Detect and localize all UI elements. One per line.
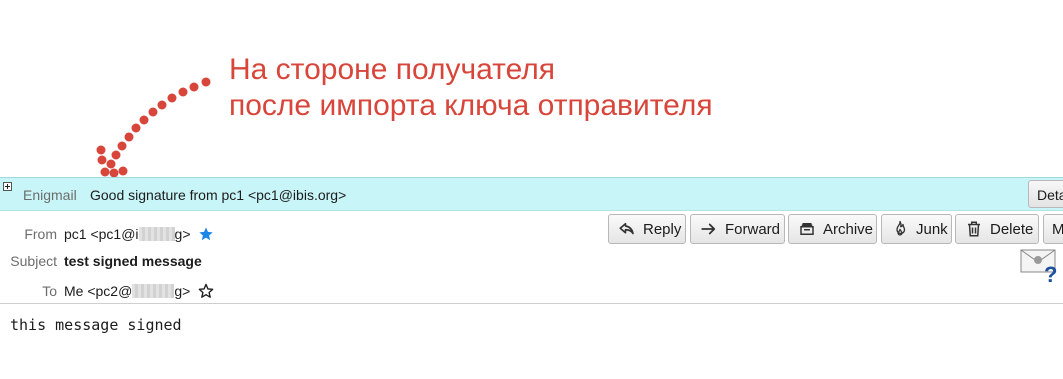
to-value[interactable]: Me <pc2@ g> — [64, 283, 214, 299]
archive-icon — [797, 219, 817, 239]
reply-button[interactable]: Reply — [608, 214, 686, 244]
details-button[interactable]: Details — [1028, 180, 1063, 208]
forward-label: Forward — [725, 220, 781, 238]
enigmail-status-bar: Enigmail Good signature from pc1 <pc1@ib… — [0, 177, 1063, 211]
forward-icon — [699, 219, 719, 239]
dotted-arrow-icon — [96, 77, 211, 178]
archive-label: Archive — [823, 220, 874, 238]
junk-flame-icon — [890, 219, 910, 239]
more-label: More — [1052, 221, 1063, 238]
junk-label: Junk — [916, 220, 948, 238]
expand-toggle-icon[interactable] — [3, 182, 12, 191]
from-address-end: g> — [174, 226, 191, 242]
to-address-start: Me <pc2@ — [64, 283, 133, 299]
annotation-line-2: после импорта ключа отправителя — [229, 89, 713, 122]
trash-icon — [964, 219, 984, 239]
from-value[interactable]: pc1 <pc1@i g> — [64, 226, 214, 242]
star-filled-icon[interactable] — [198, 226, 214, 242]
archive-button[interactable]: Archive — [788, 214, 877, 244]
screenshot: На стороне получателя после импорта ключ… — [0, 0, 1063, 379]
more-button[interactable]: More — [1043, 214, 1063, 244]
to-label: To — [42, 283, 57, 299]
annotation-line-1: На стороне получателя — [229, 53, 556, 86]
reply-label: Reply — [643, 220, 682, 238]
enigmail-label: Enigmail — [23, 187, 77, 203]
header-divider — [0, 303, 1063, 304]
delete-button[interactable]: Delete — [955, 214, 1039, 244]
reply-icon — [617, 219, 637, 239]
star-outline-icon[interactable] — [198, 283, 214, 299]
to-address-end: g> — [174, 283, 191, 299]
redacted-domain — [138, 227, 175, 241]
from-label: From — [24, 226, 57, 242]
delete-label: Delete — [990, 220, 1034, 238]
annotation-text: На стороне получателя после импорта ключ… — [229, 52, 713, 124]
subject-label: Subject — [10, 253, 57, 269]
unknown-sender-envelope-icon[interactable]: ? — [1020, 248, 1060, 286]
subject-value: test signed message — [64, 253, 202, 269]
forward-button[interactable]: Forward — [690, 214, 785, 244]
message-body: this message signed — [10, 316, 182, 334]
from-address-start: pc1 <pc1@i — [64, 226, 139, 242]
redacted-domain — [132, 284, 175, 298]
signature-status: Good signature from pc1 <pc1@ibis.org> — [90, 187, 347, 203]
junk-button[interactable]: Junk — [881, 214, 952, 244]
svg-text:?: ? — [1044, 262, 1057, 286]
